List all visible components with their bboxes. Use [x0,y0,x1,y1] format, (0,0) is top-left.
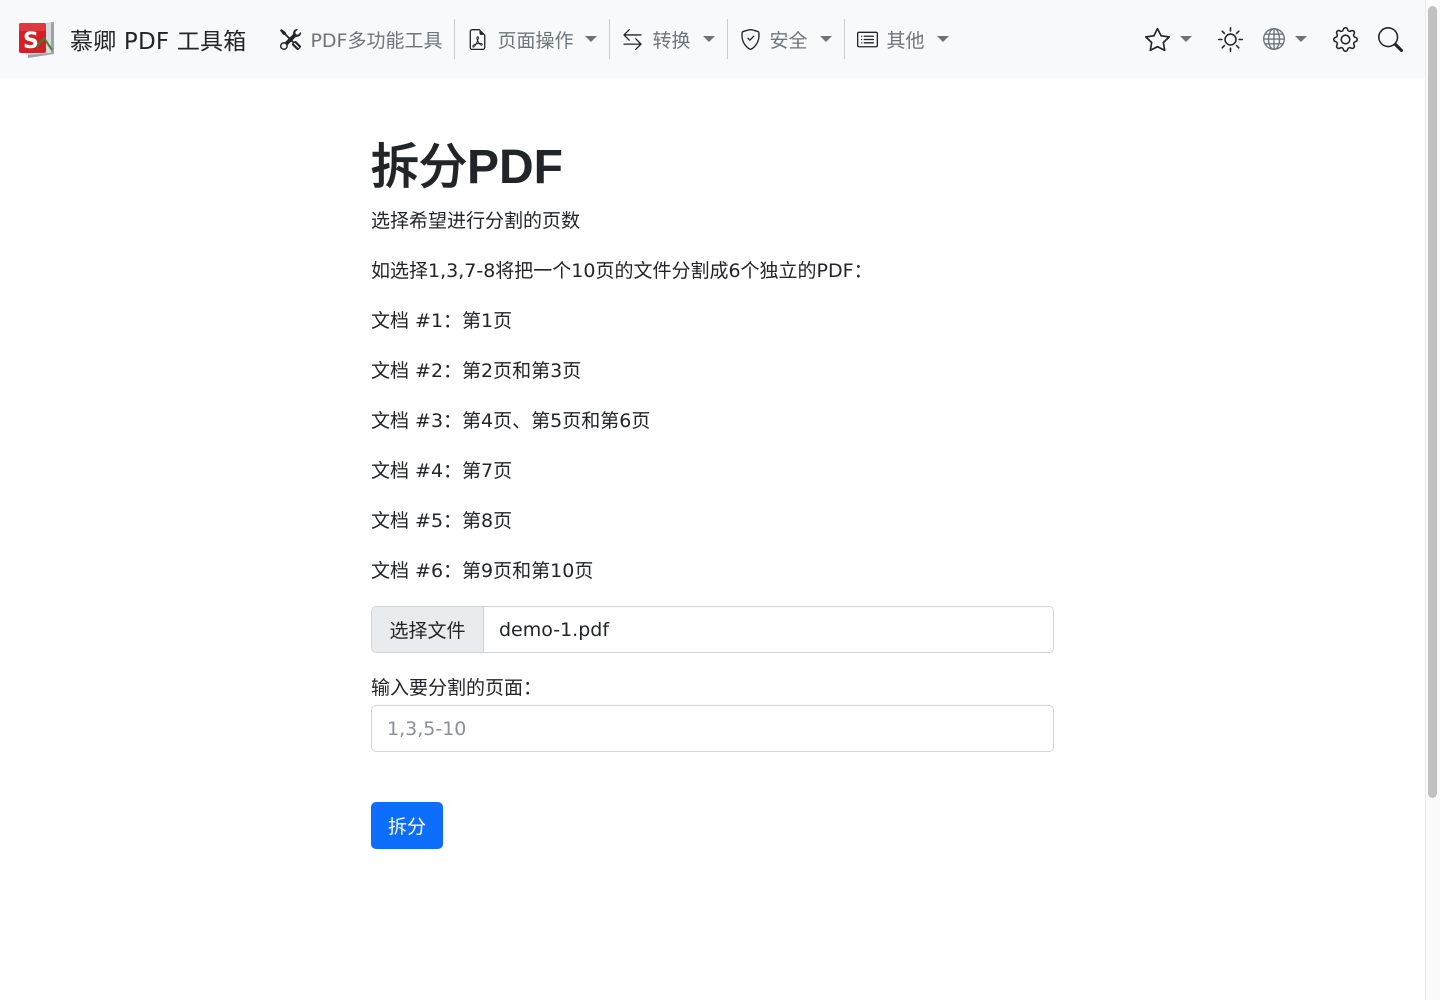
card-list-icon [856,31,878,47]
file-pdf-icon [470,28,486,50]
shield-check-icon [740,28,760,50]
nav-convert[interactable]: 转换 [610,19,726,59]
sun-icon [1218,26,1243,52]
chevron-down-icon [936,36,949,42]
page-title: 拆分PDF [371,141,564,194]
nav-convert-label: 转换 [652,29,691,52]
nav-other[interactable]: 其他 [845,19,961,59]
globe-icon [1263,28,1285,50]
nav-page-operations[interactable]: 页面操作 [455,19,609,59]
chevron-down-icon [819,36,832,42]
search-icon [1378,26,1403,52]
language-dropdown[interactable] [1263,28,1307,50]
top-navbar: S 慕卿 PDF 工具箱 PDF多功能工具 页面操作 转换 安全 其他 [0,0,1425,78]
svg-text:S: S [23,29,39,54]
theme-toggle[interactable] [1218,26,1243,52]
tools-icon [280,28,302,50]
choose-file-button[interactable]: 选择文件 [372,607,484,652]
page-scrollbar[interactable] [1425,0,1440,1000]
doc-example-line: 文档 #5：第8页 [371,510,513,532]
star-icon [1145,27,1170,51]
nav-other-label: 其他 [886,29,925,52]
file-input[interactable]: 选择文件 demo-1.pdf [371,606,1054,653]
doc-example-line: 文档 #4：第7页 [371,460,513,482]
chevron-down-icon [1180,36,1192,42]
nav-security-label: 安全 [769,29,808,52]
app-logo-icon: S [19,22,54,58]
chevron-down-icon [1295,36,1307,42]
nav-pdf-multitool[interactable]: PDF多功能工具 [268,19,454,59]
favorites-dropdown[interactable] [1145,27,1192,52]
nav-page-operations-label: 页面操作 [497,29,574,52]
split-example-text: 如选择1,3,7-8将把一个10页的文件分割成6个独立的PDF： [371,260,873,282]
navbar-right-tools [1145,26,1403,52]
selected-file-name: demo-1.pdf [484,607,1053,652]
doc-example-line: 文档 #6：第9页和第10页 [371,560,594,582]
doc-example-line: 文档 #2：第2页和第3页 [371,360,582,382]
chevron-down-icon [702,36,715,42]
search-button[interactable] [1378,26,1403,52]
doc-example-line: 文档 #1：第1页 [371,310,513,332]
scrollbar-thumb[interactable] [1428,6,1437,798]
chevron-down-icon [585,36,598,42]
split-button[interactable]: 拆分 [371,802,443,849]
pages-input[interactable] [371,705,1054,752]
doc-example-line: 文档 #3：第4页、第5页和第6页 [371,410,651,432]
arrow-left-right-icon [623,28,643,50]
brand-title: 慕卿 PDF 工具箱 [70,29,247,55]
page-description: 选择希望进行分割的页数 [371,210,581,232]
settings-button[interactable] [1333,26,1358,52]
pages-input-label: 输入要分割的页面： [371,677,543,699]
gear-icon [1333,26,1358,52]
nav-pdf-multitool-label: PDF多功能工具 [310,29,443,52]
brand-link[interactable]: S 慕卿 PDF 工具箱 [18,20,246,58]
nav-security[interactable]: 安全 [728,19,844,59]
split-pdf-panel: 拆分PDF 选择希望进行分割的页数 如选择1,3,7-8将把一个10页的文件分割… [371,138,1054,849]
